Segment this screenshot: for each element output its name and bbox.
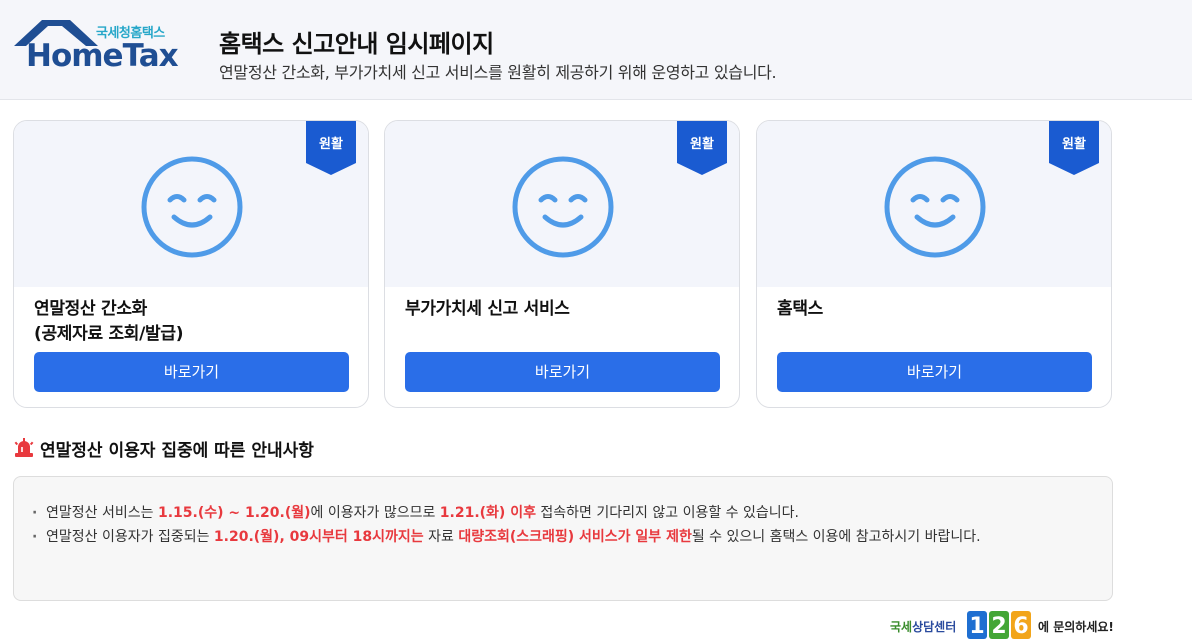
notice-highlight: 대량조회(스크래핑) 서비스가 일부 제한 [458, 529, 692, 545]
hometax-logo[interactable]: 국세청홈택스 HomeTax [12, 18, 184, 76]
card-title: 홈택스 [777, 297, 823, 322]
notice-highlight: 1.21.(화) 이후 [439, 505, 536, 521]
notice-highlight: 1.15.(수) ~ 1.20.(월) [157, 505, 311, 521]
card-title: 연말정산 간소화 (공제자료 조회/발급) [34, 297, 183, 347]
go-button-vat-filing[interactable]: 바로가기 [405, 352, 720, 392]
notice-text: 연말정산 이용자가 집중되는 [46, 529, 214, 545]
number-digit-2: 2 [991, 614, 1006, 639]
smile-icon [512, 156, 614, 258]
status-badge: 원활 [1062, 137, 1086, 152]
call-center-banner: 국세상담센터 1 2 6 에 문의하세요! [890, 610, 1116, 640]
notice-highlight: 1.20.(월), 09시부터 18시까지는 [213, 529, 424, 545]
smile-icon [141, 156, 243, 258]
service-card-year-end-settlement: 원활 연말정산 간소화 (공제자료 조회/발급) 바로가기 [13, 120, 369, 408]
call-center-number: 1 2 6 [967, 611, 1031, 639]
go-button-hometax[interactable]: 바로가기 [777, 352, 1092, 392]
page-subtitle: 연말정산 간소화, 부가가치세 신고 서비스를 원활히 제공하기 위해 운영하고… [219, 63, 777, 82]
notice-text: 자료 [423, 529, 459, 545]
service-card-vat-filing: 원활 부가가치세 신고 서비스 바로가기 [384, 120, 740, 408]
call-center-suffix: 에 문의하세요! [1038, 620, 1114, 634]
call-center-label: 국세상담센터 [890, 618, 956, 635]
notice-text: 연말정산 서비스는 [46, 505, 158, 521]
logo-wordmark: HomeTax [26, 38, 179, 74]
notice-list: 연말정산 서비스는 1.15.(수) ~ 1.20.(월)에 이용자가 많으므로… [32, 501, 1042, 549]
status-badge: 원활 [690, 137, 714, 152]
notice-item: 연말정산 이용자가 집중되는 1.20.(월), 09시부터 18시까지는 자료… [32, 525, 1042, 549]
number-digit-3: 6 [1013, 614, 1028, 639]
card-title-line1: 연말정산 간소화 [34, 299, 147, 319]
page-header: 국세청홈택스 HomeTax 홈택스 신고안내 임시페이지 연말정산 간소화, … [0, 0, 1192, 100]
card-title-line1: 홈택스 [777, 299, 824, 319]
call-center-prefix: 국세 [890, 620, 913, 634]
notice-title: 연말정산 이용자 집중에 따른 안내사항 [40, 441, 314, 461]
smile-icon [884, 156, 986, 258]
siren-icon [14, 438, 34, 457]
call-center-name: 상담센터 [912, 620, 957, 634]
notice-item: 연말정산 서비스는 1.15.(수) ~ 1.20.(월)에 이용자가 많으므로… [32, 501, 1042, 525]
page-title: 홈택스 신고안내 임시페이지 [219, 30, 494, 58]
card-title: 부가가치세 신고 서비스 [405, 297, 570, 322]
card-title-line1: 부가가치세 신고 서비스 [405, 299, 570, 319]
number-digit-1: 1 [969, 614, 984, 639]
notice-text: 접속하면 기다리지 않고 이용할 수 있습니다. [535, 505, 799, 521]
go-button-year-end-settlement[interactable]: 바로가기 [34, 352, 349, 392]
status-badge: 원활 [319, 137, 343, 152]
card-title-line2: (공제자료 조회/발급) [34, 324, 184, 344]
notice-text: 될 수 있으니 홈택스 이용에 참고하시기 바랍니다. [691, 529, 981, 545]
notice-box: 연말정산 서비스는 1.15.(수) ~ 1.20.(월)에 이용자가 많으므로… [13, 476, 1113, 601]
service-card-hometax: 원활 홈택스 바로가기 [756, 120, 1112, 408]
notice-text: 에 이용자가 많으므로 [310, 505, 440, 521]
